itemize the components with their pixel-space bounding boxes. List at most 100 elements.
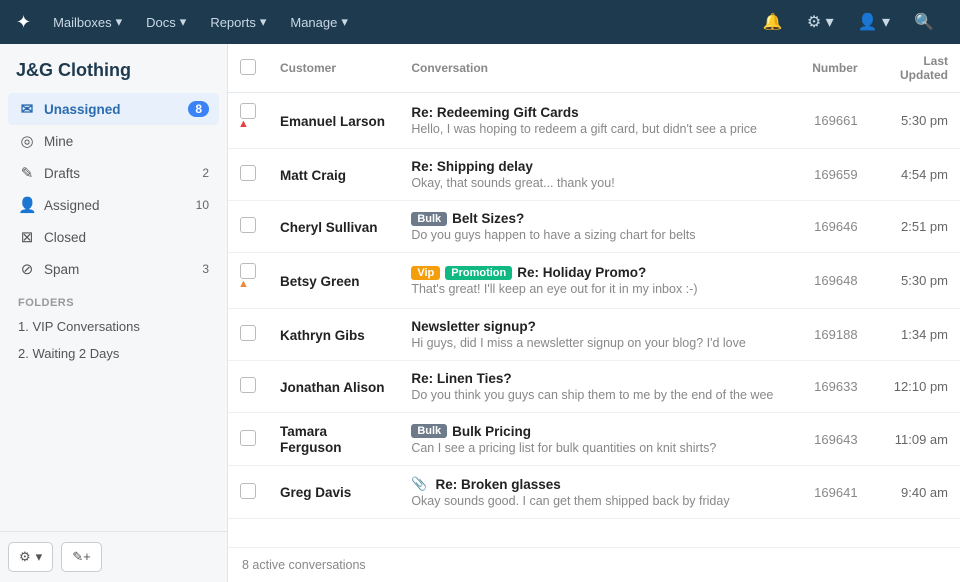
new-conversation-button[interactable]: ✎+: [61, 542, 101, 572]
nav-docs[interactable]: Docs ▾: [136, 8, 196, 36]
table-row[interactable]: Kathryn GibsNewsletter signup?Hi guys, d…: [228, 309, 960, 361]
sidebar-item-spam[interactable]: ⊘ Spam 3: [8, 253, 219, 285]
table-row[interactable]: Jonathan AlisonRe: Linen Ties?Do you thi…: [228, 361, 960, 413]
customer-name: Emanuel Larson: [280, 114, 385, 129]
app-logo: ✦: [16, 12, 31, 33]
conversation-list: Customer Conversation Number Last Update…: [228, 44, 960, 582]
row-flag-cell: [228, 361, 268, 413]
row-flag-cell: ▲: [228, 93, 268, 149]
customer-cell: Tamara Ferguson: [268, 413, 399, 466]
conv-preview: That's great! I'll keep an eye out for i…: [411, 282, 773, 296]
conv-footer: 8 active conversations: [228, 547, 960, 582]
col-number: Number: [785, 44, 869, 93]
closed-icon: ⊠: [18, 228, 36, 246]
row-checkbox[interactable]: [240, 325, 256, 341]
nav-manage[interactable]: Manage ▾: [280, 8, 358, 36]
conv-preview: Okay sounds good. I can get them shipped…: [411, 494, 773, 508]
updated-cell: 12:10 pm: [870, 361, 960, 413]
circle-icon: ◎: [18, 132, 36, 150]
col-conversation: Conversation: [399, 44, 785, 93]
conversation-tag: Promotion: [445, 266, 512, 280]
table-row[interactable]: ▲ Emanuel Larson Re: Redeeming Gift Cards H…: [228, 93, 960, 149]
row-flag-cell: [228, 413, 268, 466]
row-checkbox[interactable]: [240, 483, 256, 499]
conv-preview: Do you guys happen to have a sizing char…: [411, 228, 773, 242]
chevron-down-icon: ▾: [260, 14, 267, 30]
conversation-cell: Newsletter signup?Hi guys, did I miss a …: [399, 309, 785, 361]
sidebar-bottom-actions: ⚙ ▾ ✎+: [0, 531, 227, 582]
customer-name: Cheryl Sullivan: [280, 220, 378, 235]
admin-icon[interactable]: ⚙ ▾: [797, 6, 844, 38]
sidebar-nav: ✉ Unassigned 8 ◎ Mine ✎ Drafts 2 👤 Assig…: [0, 89, 227, 531]
company-name: J&G Clothing: [0, 44, 227, 89]
spam-icon: ⊘: [18, 260, 36, 278]
folder-waiting[interactable]: 2. Waiting 2 Days: [8, 340, 219, 367]
customer-name: Tamara Ferguson: [280, 424, 342, 455]
customer-name: Jonathan Alison: [280, 380, 385, 395]
inbox-icon: ✉: [18, 100, 36, 118]
number-cell: 169659: [785, 149, 869, 201]
customer-cell: Cheryl Sullivan: [268, 201, 399, 253]
table-row[interactable]: Matt Craig Re: Shipping delay Okay, that s…: [228, 149, 960, 201]
settings-button[interactable]: ⚙ ▾: [8, 542, 53, 572]
notifications-icon[interactable]: 🔔: [753, 6, 793, 38]
select-all-checkbox[interactable]: [240, 59, 256, 75]
conv-subject: BulkBulk Pricing: [411, 424, 773, 439]
subject-text: Re: Shipping delay: [411, 159, 533, 174]
sidebar-item-drafts[interactable]: ✎ Drafts 2: [8, 157, 219, 189]
row-checkbox[interactable]: [240, 165, 256, 181]
conv-preview: Hello, I was hoping to redeem a gift car…: [411, 122, 773, 136]
table-row[interactable]: Tamara Ferguson BulkBulk Pricing Can I see…: [228, 413, 960, 466]
compose-icon: ✎+: [72, 549, 90, 565]
orange-flag-icon: ▲: [238, 278, 249, 290]
conv-subject: Newsletter signup?: [411, 319, 773, 334]
main-area: J&G Clothing ✉ Unassigned 8 ◎ Mine ✎ Dra…: [0, 44, 960, 582]
updated-cell: 1:34 pm: [870, 309, 960, 361]
conv-preview: Okay, that sounds great... thank you!: [411, 176, 773, 190]
number-cell: 169633: [785, 361, 869, 413]
conv-subject: Re: Redeeming Gift Cards: [411, 105, 773, 120]
updated-cell: 4:54 pm: [870, 149, 960, 201]
number-cell: 169661: [785, 93, 869, 149]
customer-cell: Jonathan Alison: [268, 361, 399, 413]
table-row[interactable]: Greg Davis📎Re: Broken glassesOkay sounds…: [228, 466, 960, 519]
user-icon[interactable]: 👤 ▾: [848, 6, 900, 38]
row-flag-cell: [228, 309, 268, 361]
conv-subject: VipPromotionRe: Holiday Promo?: [411, 265, 773, 280]
nav-reports[interactable]: Reports ▾: [200, 8, 276, 36]
sidebar-item-assigned[interactable]: 👤 Assigned 10: [8, 189, 219, 221]
number-cell: 169643: [785, 413, 869, 466]
row-checkbox[interactable]: [240, 103, 256, 119]
red-flag-icon: ▲: [238, 118, 249, 130]
search-icon[interactable]: 🔍: [904, 6, 944, 38]
conversation-cell: BulkBulk Pricing Can I see a pricing list…: [399, 413, 785, 466]
sidebar-item-mine[interactable]: ◎ Mine: [8, 125, 219, 157]
row-flag-cell: ▲: [228, 253, 268, 309]
customer-cell: Matt Craig: [268, 149, 399, 201]
table-row[interactable]: Cheryl Sullivan BulkBelt Sizes? Do you guy…: [228, 201, 960, 253]
updated-cell: 2:51 pm: [870, 201, 960, 253]
row-checkbox[interactable]: [240, 430, 256, 446]
row-checkbox[interactable]: [240, 263, 256, 279]
conv-subject: BulkBelt Sizes?: [411, 211, 773, 226]
subject-text: Belt Sizes?: [452, 211, 524, 226]
col-last-updated: Last Updated: [870, 44, 960, 93]
row-flag-cell: [228, 201, 268, 253]
chevron-down-icon: ▾: [180, 14, 187, 30]
customer-name: Betsy Green: [280, 274, 360, 289]
sidebar-item-unassigned[interactable]: ✉ Unassigned 8: [8, 93, 219, 125]
row-checkbox[interactable]: [240, 377, 256, 393]
table-row[interactable]: ▲Betsy GreenVipPromotionRe: Holiday Prom…: [228, 253, 960, 309]
chevron-down-icon: ▾: [341, 14, 348, 30]
sidebar-item-closed[interactable]: ⊠ Closed: [8, 221, 219, 253]
conversation-cell: Re: Shipping delay Okay, that sounds grea…: [399, 149, 785, 201]
conversation-cell: Re: Redeeming Gift Cards Hello, I was hop…: [399, 93, 785, 149]
updated-cell: 5:30 pm: [870, 93, 960, 149]
row-checkbox[interactable]: [240, 217, 256, 233]
conversation-tag: Vip: [411, 266, 440, 280]
nav-mailboxes[interactable]: Mailboxes ▾: [43, 8, 132, 36]
subject-text: Re: Redeeming Gift Cards: [411, 105, 578, 120]
folder-vip[interactable]: 1. VIP Conversations: [8, 313, 219, 340]
conv-subject: Re: Shipping delay: [411, 159, 773, 174]
conv-preview: Can I see a pricing list for bulk quanti…: [411, 441, 773, 455]
